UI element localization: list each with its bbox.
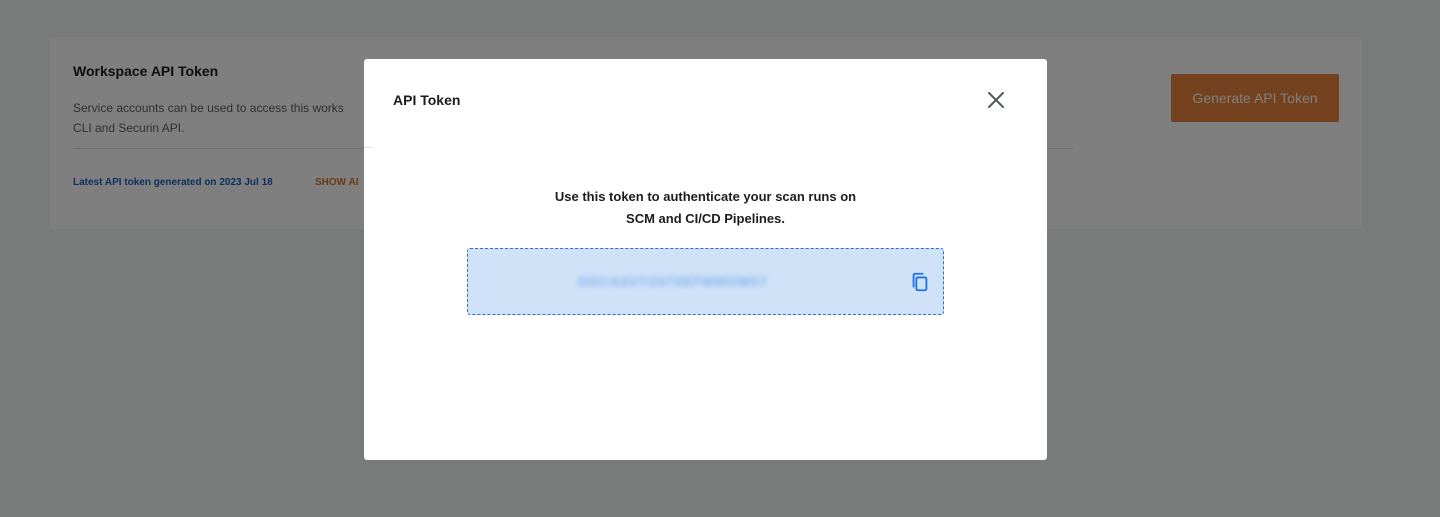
modal-message-line-1: Use this token to authenticate your scan… — [554, 189, 857, 204]
token-box: DGCA2UY247SEFWMOMS7 — [467, 248, 944, 315]
modal-header-divider — [364, 147, 372, 148]
token-value[interactable]: DGCA2UY247SEFWMOMS7 — [468, 249, 878, 314]
modal-title: API Token — [393, 92, 461, 108]
copy-icon[interactable] — [909, 271, 931, 293]
modal-message: Use this token to authenticate your scan… — [364, 186, 1047, 230]
modal-message-line-2: SCM and CI/CD Pipelines. — [626, 211, 785, 226]
close-icon[interactable] — [984, 88, 1008, 112]
api-token-modal: API Token Use this token to authenticate… — [364, 59, 1047, 460]
